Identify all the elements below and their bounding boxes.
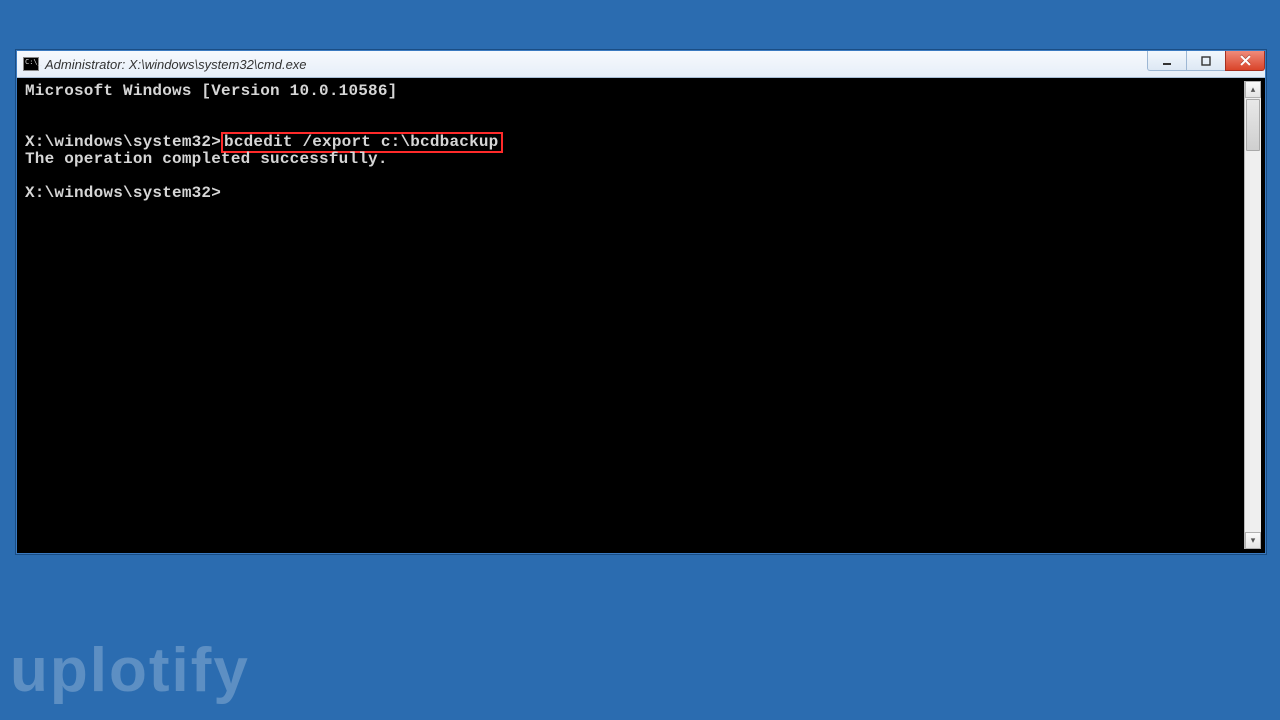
- console-output[interactable]: Microsoft Windows [Version 10.0.10586] X…: [21, 81, 1244, 549]
- blank-line: [25, 100, 1240, 117]
- result-line: The operation completed successfully.: [25, 151, 1240, 168]
- maximize-button[interactable]: [1186, 51, 1226, 71]
- window-buttons: [1148, 51, 1265, 77]
- watermark-text: uplotify: [10, 640, 250, 702]
- close-icon: [1240, 55, 1251, 66]
- chevron-up-icon: ▴: [1251, 84, 1256, 95]
- cmd-icon: [23, 57, 39, 71]
- title-bar[interactable]: Administrator: X:\windows\system32\cmd.e…: [17, 51, 1265, 78]
- prompt-text: X:\windows\system32>: [25, 133, 221, 151]
- prompt-line-2: X:\windows\system32>: [25, 185, 1240, 202]
- scroll-thumb[interactable]: [1246, 99, 1260, 151]
- blank-line: [25, 117, 1240, 134]
- vertical-scrollbar[interactable]: ▴ ▾: [1244, 81, 1261, 549]
- maximize-icon: [1201, 56, 1211, 66]
- window-title: Administrator: X:\windows\system32\cmd.e…: [45, 58, 1148, 71]
- chevron-down-icon: ▾: [1251, 535, 1256, 546]
- blank-line: [25, 168, 1240, 185]
- version-line: Microsoft Windows [Version 10.0.10586]: [25, 83, 1240, 100]
- scroll-up-button[interactable]: ▴: [1245, 81, 1261, 98]
- scroll-down-button[interactable]: ▾: [1245, 532, 1261, 549]
- close-button[interactable]: [1225, 51, 1265, 71]
- client-area: Microsoft Windows [Version 10.0.10586] X…: [21, 81, 1261, 549]
- minimize-button[interactable]: [1147, 51, 1187, 71]
- command-line-1: X:\windows\system32>bcdedit /export c:\b…: [25, 134, 1240, 151]
- cmd-window: Administrator: X:\windows\system32\cmd.e…: [16, 50, 1266, 554]
- minimize-icon: [1162, 56, 1172, 66]
